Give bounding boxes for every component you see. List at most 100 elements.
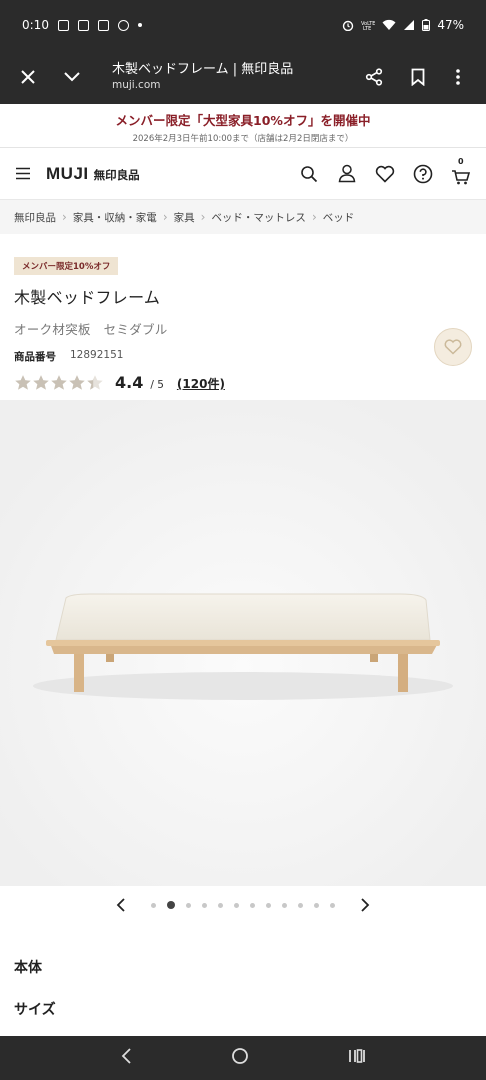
volte-icon: VoLTELTE bbox=[361, 21, 375, 31]
chevron-right-icon: › bbox=[62, 210, 67, 224]
menu-button[interactable] bbox=[14, 163, 32, 185]
section-body[interactable]: 本体 bbox=[0, 946, 486, 988]
breadcrumb-item-current[interactable]: ベッド bbox=[323, 210, 355, 225]
carousel-dot[interactable] bbox=[298, 902, 303, 908]
chevron-left-icon bbox=[116, 898, 125, 912]
carousel-dot[interactable] bbox=[250, 902, 255, 908]
bookmark-icon bbox=[411, 68, 425, 86]
recents-icon bbox=[349, 1049, 366, 1063]
favorites-button[interactable] bbox=[374, 163, 396, 185]
star-icon bbox=[69, 374, 85, 390]
image-carousel-controls bbox=[0, 886, 486, 924]
wifi-icon bbox=[382, 19, 396, 30]
status-bar: 0:10 VoLTE LTE 47% bbox=[0, 0, 486, 50]
prev-image-button[interactable] bbox=[111, 895, 131, 915]
home-circle-icon bbox=[232, 1048, 248, 1064]
search-button[interactable] bbox=[298, 163, 320, 185]
signal-icon bbox=[404, 20, 415, 30]
bookmark-button[interactable] bbox=[400, 59, 436, 95]
breadcrumb-item[interactable]: 家具 bbox=[174, 210, 195, 225]
carousel-dot[interactable] bbox=[266, 902, 271, 908]
carousel-dot[interactable] bbox=[282, 902, 287, 908]
star-icon bbox=[33, 374, 49, 390]
chevron-right-icon: › bbox=[200, 210, 206, 224]
bed-frame-illustration bbox=[0, 400, 486, 886]
product-info: メンバー限定10%オフ 木製ベッドフレーム オーク材突板 セミダブル 商品番号 … bbox=[0, 234, 486, 400]
carousel-dot-active[interactable] bbox=[167, 901, 175, 909]
carousel-dot[interactable] bbox=[218, 902, 223, 908]
account-button[interactable] bbox=[336, 163, 358, 185]
logo-text-jp: 無印良品 bbox=[93, 167, 140, 182]
more-notifications-icon bbox=[137, 23, 142, 27]
user-icon bbox=[338, 164, 356, 183]
help-icon bbox=[413, 164, 433, 183]
product-title: 木製ベッドフレーム bbox=[14, 288, 161, 307]
back-button[interactable] bbox=[120, 1048, 132, 1068]
hamburger-icon bbox=[16, 167, 30, 180]
chevron-down-icon bbox=[64, 72, 80, 82]
breadcrumb-item[interactable]: 無印良品 bbox=[14, 210, 56, 225]
carousel-dot[interactable] bbox=[202, 902, 207, 908]
carousel-dot[interactable] bbox=[186, 902, 191, 908]
chevron-right-icon: › bbox=[311, 210, 317, 224]
carousel-dot[interactable] bbox=[151, 902, 156, 908]
muji-logo[interactable]: MUJI 無印良品 bbox=[46, 164, 140, 184]
share-button[interactable] bbox=[356, 59, 392, 95]
browser-toolbar: 木製ベッドフレーム | 無印良品 muji.com bbox=[0, 50, 486, 104]
carousel-dot[interactable] bbox=[314, 902, 319, 908]
back-icon bbox=[121, 1048, 131, 1064]
minimize-tab-button[interactable] bbox=[54, 59, 90, 95]
carousel-dots bbox=[151, 901, 335, 909]
rating-max: / 5 bbox=[150, 379, 164, 391]
battery-icon bbox=[422, 19, 431, 31]
cart-icon bbox=[452, 169, 471, 184]
star-icon bbox=[15, 374, 31, 390]
svg-text:LTE: LTE bbox=[363, 26, 371, 31]
system-nav-bar bbox=[0, 1036, 486, 1080]
product-code: 商品番号 12892151 bbox=[14, 349, 472, 364]
product-rating: 4.4 / 5 (120件) bbox=[14, 373, 472, 392]
close-icon bbox=[21, 70, 35, 84]
promo-subline: 2026年2月3日午前10:00まで（店舗は2月2日閉店まで） bbox=[132, 134, 354, 144]
page-title-area: 木製ベッドフレーム | 無印良品 muji.com bbox=[90, 62, 356, 93]
next-image-button[interactable] bbox=[355, 895, 375, 915]
heart-icon bbox=[375, 165, 395, 183]
app-notification-icon bbox=[117, 19, 129, 31]
recents-button[interactable] bbox=[348, 1048, 366, 1068]
review-count-link[interactable]: (120件) bbox=[177, 375, 225, 392]
breadcrumb: 無印良品 › 家具・収納・家電 › 家具 › ベッド・マットレス › ベッド bbox=[0, 200, 486, 234]
browser-page-title: 木製ベッドフレーム | 無印良品 bbox=[112, 61, 294, 77]
more-vert-icon bbox=[456, 69, 460, 85]
star-icon bbox=[87, 374, 103, 390]
carousel-dot[interactable] bbox=[234, 902, 239, 908]
search-icon bbox=[301, 165, 318, 182]
carousel-dot[interactable] bbox=[330, 902, 335, 908]
rating-score: 4.4 bbox=[115, 373, 144, 392]
battery-percent: 47% bbox=[437, 18, 464, 32]
chevron-right-icon: › bbox=[162, 210, 168, 224]
status-time: 0:10 bbox=[22, 18, 49, 32]
home-button[interactable] bbox=[231, 1047, 249, 1069]
help-button[interactable] bbox=[412, 163, 434, 185]
cart-button[interactable]: 0 bbox=[450, 157, 472, 185]
browser-url: muji.com bbox=[112, 78, 161, 91]
product-code-value: 12892151 bbox=[70, 349, 124, 361]
star-icon bbox=[51, 374, 67, 390]
alarm-icon bbox=[343, 20, 354, 31]
more-options-button[interactable] bbox=[440, 59, 476, 95]
logo-text: MUJI bbox=[46, 163, 89, 183]
close-tab-button[interactable] bbox=[10, 59, 46, 95]
promo-banner[interactable]: メンバー限定「大型家具10%オフ」を開催中 2026年2月3日午前10:00まで… bbox=[0, 104, 486, 148]
product-image[interactable] bbox=[0, 400, 486, 886]
share-icon bbox=[365, 68, 383, 86]
breadcrumb-item[interactable]: ベッド・マットレス bbox=[211, 210, 306, 225]
chevron-right-icon bbox=[361, 898, 370, 912]
notification-icon bbox=[77, 19, 89, 31]
rating-stars bbox=[14, 374, 104, 392]
notification-icon bbox=[57, 19, 69, 31]
breadcrumb-item[interactable]: 家具・収納・家電 bbox=[73, 210, 157, 225]
site-header: MUJI 無印良品 0 bbox=[0, 148, 486, 200]
product-code-label: 商品番号 bbox=[14, 351, 56, 363]
add-favorite-button[interactable] bbox=[434, 328, 472, 366]
section-size[interactable]: サイズ bbox=[0, 988, 486, 1030]
